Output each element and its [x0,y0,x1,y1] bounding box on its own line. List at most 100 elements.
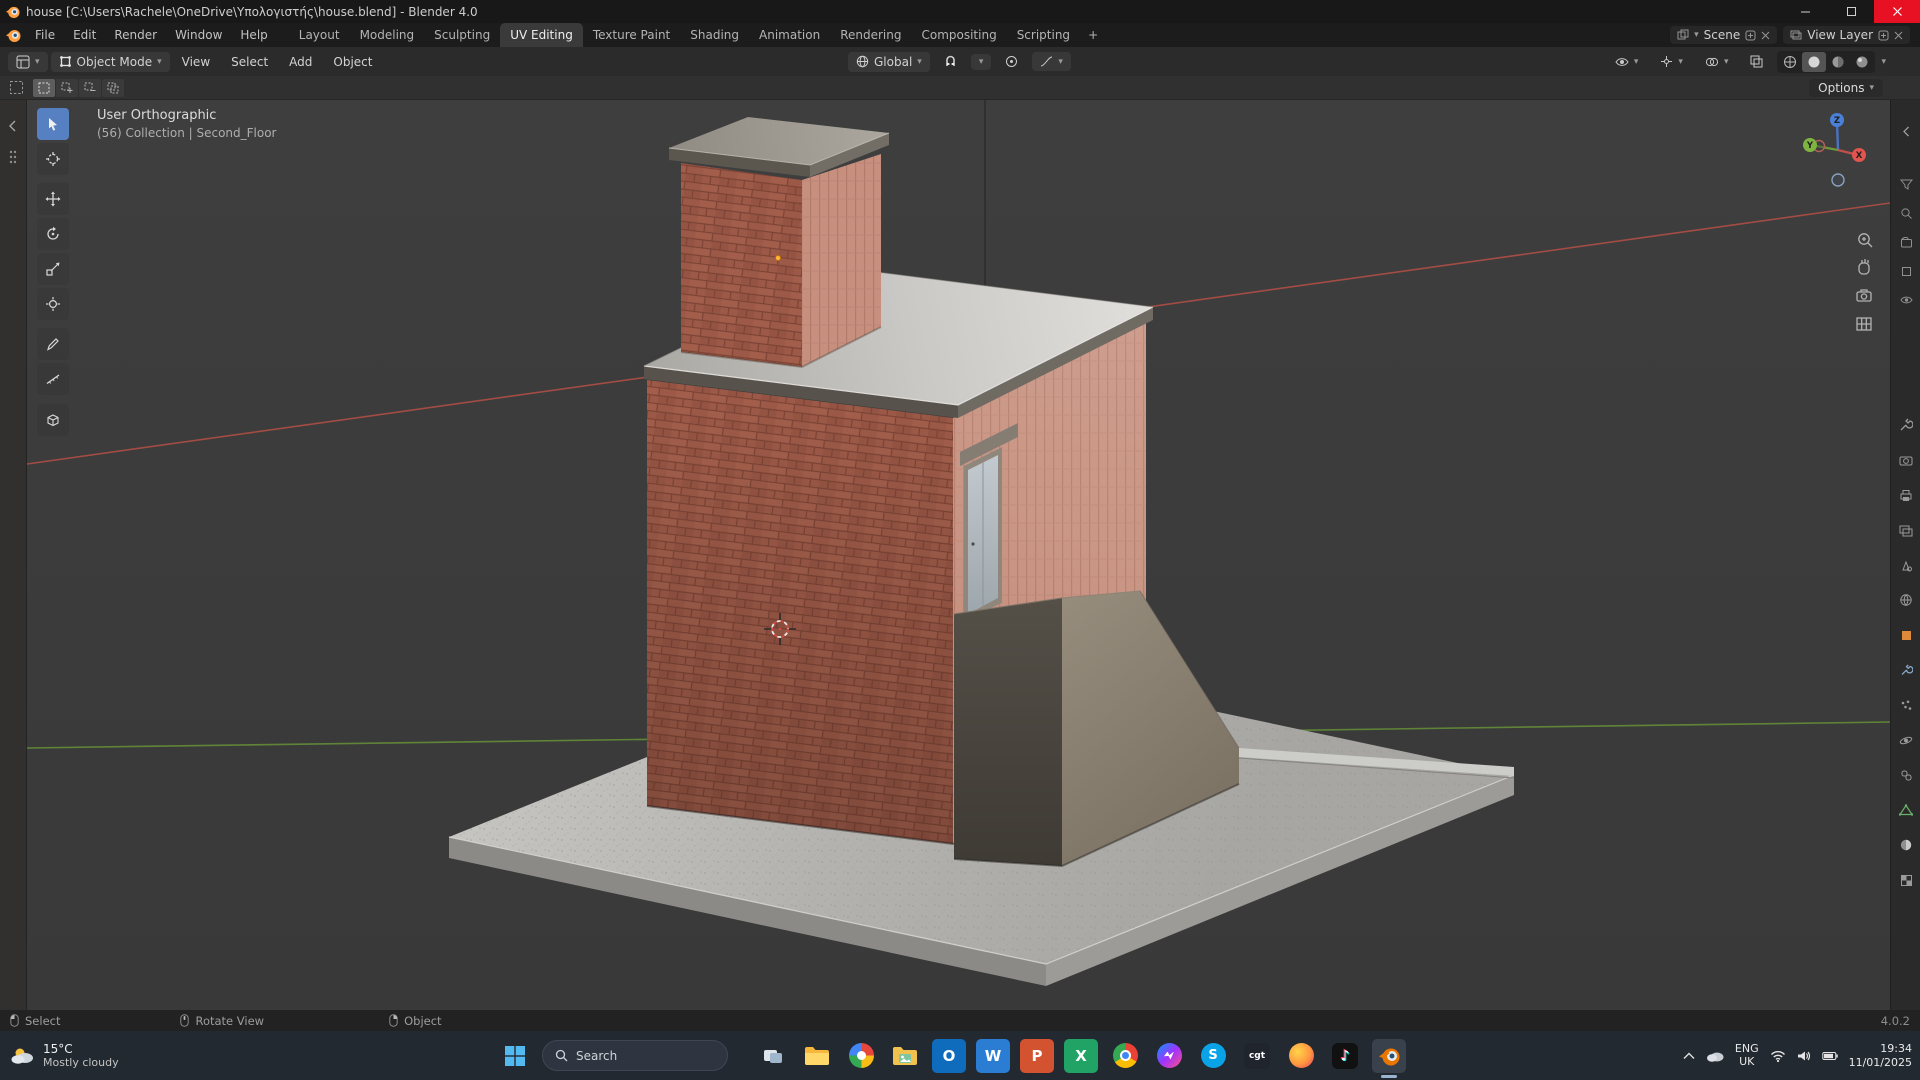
tool-add-cube[interactable] [37,404,69,436]
menu-window[interactable]: Window [166,23,231,47]
taskbar-app-task-view[interactable] [756,1039,790,1073]
properties-tab-physics-icon[interactable] [1897,731,1915,749]
zoom-button[interactable] [1858,233,1873,248]
properties-tab-particles-icon[interactable] [1897,696,1915,714]
properties-tab-render-icon[interactable] [1897,451,1915,469]
transform-orientation-dropdown[interactable]: Global ▾ [848,51,930,72]
xray-toggle[interactable] [1742,52,1771,71]
tab-animation[interactable]: Animation [749,23,830,47]
language-indicator[interactable]: ENG UK [1735,1042,1759,1068]
minimize-button[interactable] [1782,0,1828,23]
collapsed-uv-editor-strip[interactable] [0,100,27,1010]
select-mode-intersect-button[interactable] [102,78,124,97]
properties-tab-modifiers-icon[interactable] [1897,661,1915,679]
outliner-object-icon[interactable] [1897,262,1915,280]
tab-sculpting[interactable]: Sculpting [424,23,500,47]
outliner-search-icon[interactable] [1897,204,1915,222]
3d-viewport[interactable]: Z X Y User Orthographic (56) Collection … [27,100,1890,1010]
tab-shading[interactable]: Shading [680,23,749,47]
proportional-editing-toggle[interactable] [997,52,1026,71]
select-mode-subtract-button[interactable] [79,78,101,97]
clock-widget[interactable]: 19:34 11/01/2025 [1849,1042,1912,1070]
menu-add[interactable]: Add [280,52,321,72]
select-mode-new-button[interactable] [33,78,55,97]
new-scene-icon[interactable] [1745,30,1756,41]
start-button[interactable] [498,1039,532,1073]
drag-grip-icon[interactable] [7,150,19,164]
tab-compositing[interactable]: Compositing [911,23,1006,47]
house-front-wall[interactable] [647,380,953,844]
outliner-filter-icon[interactable] [1897,175,1915,193]
grid-ortho-button[interactable] [1856,317,1872,331]
tool-move[interactable] [37,183,69,215]
remove-layer-icon[interactable] [1894,31,1903,40]
camera-view-button[interactable] [1856,289,1872,302]
tool-measure[interactable] [37,363,69,395]
shading-solid-button[interactable] [1802,51,1827,72]
gizmo-neg-z-ball[interactable] [1831,173,1845,187]
new-layer-icon[interactable] [1878,30,1889,41]
shading-wireframe-button[interactable] [1778,52,1802,72]
object-visibility-dropdown[interactable]: ▾ [1607,53,1647,71]
chimney[interactable] [668,117,890,369]
properties-tab-scene-icon[interactable] [1897,556,1915,574]
blender-logo-icon[interactable] [0,27,26,43]
tool-rotate[interactable] [37,218,69,250]
navigation-gizmo[interactable]: Z X Y [1803,113,1866,187]
properties-tab-world-icon[interactable] [1897,591,1915,609]
properties-tab-material-icon[interactable] [1897,836,1915,854]
taskbar-app-skype[interactable]: S [1196,1039,1230,1073]
taskbar-app-outlook[interactable]: O [932,1038,966,1073]
properties-tab-tool-icon[interactable] [1897,416,1915,434]
snapping-toggle[interactable] [936,52,965,71]
tool-annotate[interactable] [37,328,69,360]
tab-scripting[interactable]: Scripting [1007,23,1080,47]
options-dropdown[interactable]: Options ▾ [1809,78,1883,97]
battery-icon[interactable] [1821,1051,1838,1061]
chevron-left-icon[interactable] [7,120,19,132]
scene-selector[interactable]: ▾ Scene [1670,26,1778,44]
maximize-button[interactable] [1828,0,1874,23]
tab-rendering[interactable]: Rendering [830,23,911,47]
add-workspace-button[interactable]: + [1080,23,1106,47]
volume-icon[interactable] [1797,1050,1811,1062]
tab-texture-paint[interactable]: Texture Paint [583,23,680,47]
taskbar-app-tiktok[interactable]: ♪ [1328,1039,1362,1073]
menu-select[interactable]: Select [222,52,277,72]
select-mode-extend-button[interactable] [56,78,78,97]
taskbar-app-file-explorer[interactable] [800,1039,834,1073]
tool-scale[interactable] [37,253,69,285]
taskbar-app-photos[interactable] [844,1039,878,1073]
menu-file[interactable]: File [26,23,64,47]
menu-object[interactable]: Object [324,52,381,72]
pan-hand-button[interactable] [1858,259,1870,275]
menu-render[interactable]: Render [105,23,166,47]
properties-tab-object-icon[interactable] [1897,626,1915,644]
show-overlays-dropdown[interactable]: ▾ [1697,53,1737,71]
taskbar-app-word[interactable]: W [976,1038,1010,1073]
mode-dropdown[interactable]: Object Mode ▾ [50,51,170,72]
taskbar-app-powerpoint[interactable]: P [1020,1038,1054,1073]
weather-widget[interactable]: 15°C Mostly cloudy [10,1031,119,1080]
menu-view[interactable]: View [173,52,219,72]
taskbar-app-firefox[interactable] [1284,1039,1318,1073]
show-gizmo-toggle[interactable]: ▾ [1652,52,1691,71]
tool-transform[interactable] [37,288,69,320]
shading-rendered-button[interactable] [1850,52,1874,72]
snap-target-dropdown[interactable]: ▾ [970,53,992,70]
tool-cursor[interactable] [37,143,69,175]
properties-tab-constraints-icon[interactable] [1897,766,1915,784]
search-input[interactable]: Search [542,1040,728,1071]
tab-uv-editing[interactable]: UV Editing [500,23,583,47]
properties-tab-texture-icon[interactable] [1897,871,1915,889]
proportional-falloff-dropdown[interactable]: ▾ [1032,52,1071,71]
menu-help[interactable]: Help [231,23,276,47]
outliner-visibility-icon[interactable] [1897,291,1915,309]
taskbar-app-messenger[interactable] [1152,1039,1186,1073]
properties-tab-object-data-icon[interactable] [1897,801,1915,819]
properties-tab-viewlayer-icon[interactable] [1897,521,1915,539]
taskbar-app-chrome[interactable] [1108,1039,1142,1073]
menu-edit[interactable]: Edit [64,23,105,47]
unlink-scene-icon[interactable] [1761,31,1770,40]
onedrive-icon[interactable] [1706,1050,1724,1062]
